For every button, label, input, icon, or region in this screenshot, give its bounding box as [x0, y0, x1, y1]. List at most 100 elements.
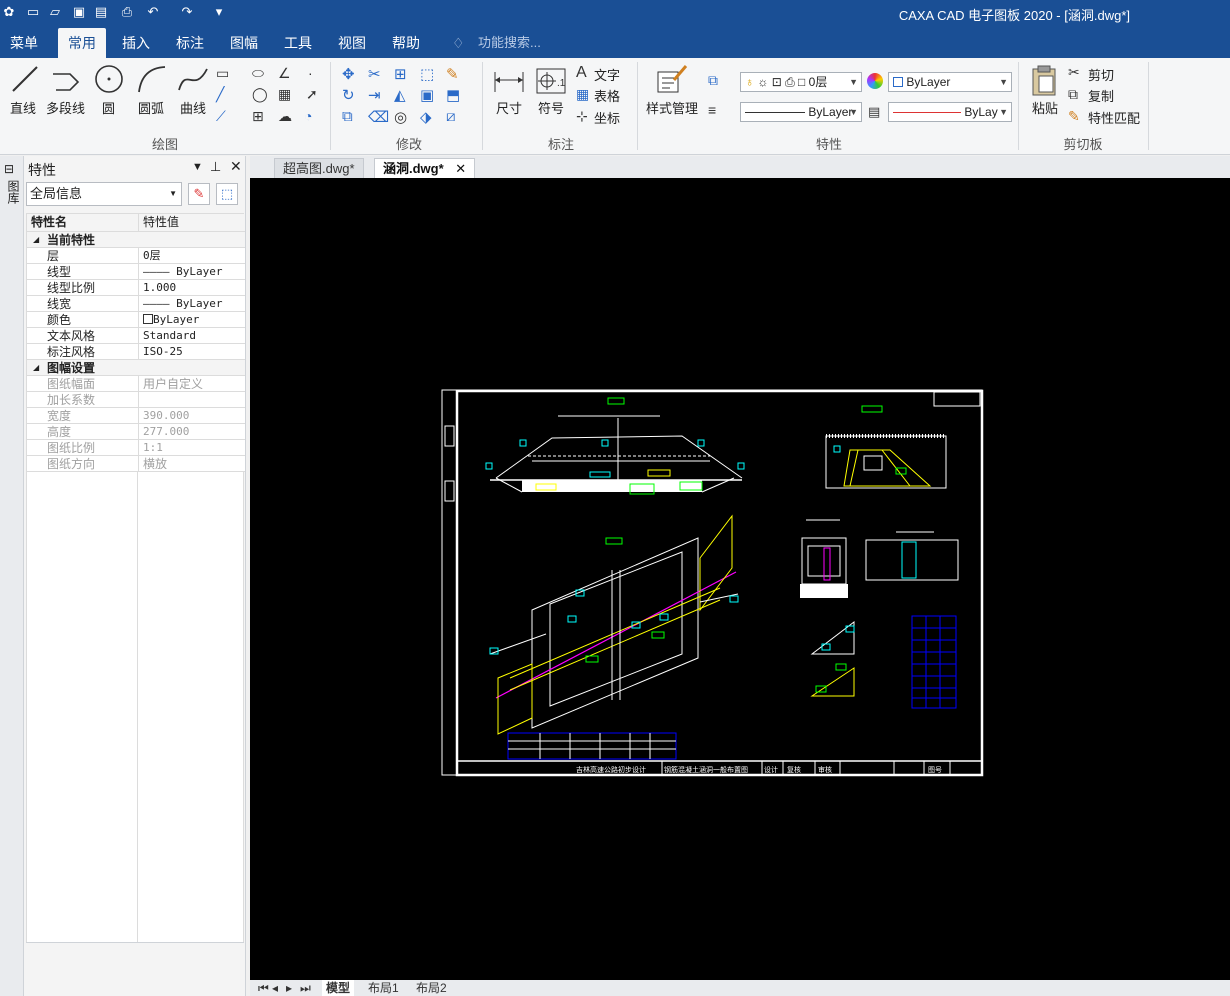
property-value[interactable]: ———— ByLayer [139, 264, 247, 279]
property-row[interactable]: 文本风格 Standard [27, 328, 245, 344]
fillet-icon[interactable]: ◎ [394, 108, 412, 126]
angle-icon[interactable]: ∠ [278, 65, 296, 83]
copy-button[interactable]: 复制 [1088, 86, 1114, 105]
property-value[interactable]: 1.000 [139, 280, 247, 295]
offset-icon[interactable]: ◯ [252, 86, 270, 104]
tab-view[interactable]: 视图 [328, 28, 376, 58]
layout-tab-2[interactable]: 布局2 [412, 980, 451, 996]
match-properties-button[interactable]: 特性匹配 [1088, 108, 1140, 127]
property-row[interactable]: 线型比例 1.000 [27, 280, 245, 296]
trim-icon[interactable]: ✂ [368, 65, 386, 83]
quick-select-icon[interactable]: ⬚ [216, 183, 238, 205]
property-value[interactable]: ———— ByLayer [139, 296, 247, 311]
feature-search-input[interactable]: 功能搜索... [478, 28, 541, 58]
tab-tools[interactable]: 工具 [274, 28, 322, 58]
lineweight-icon[interactable]: ▤ [868, 104, 886, 122]
cloud-icon[interactable]: ☁ [278, 108, 296, 126]
tab-help[interactable]: 帮助 [382, 28, 430, 58]
point-icon[interactable]: · [308, 65, 326, 83]
library-icon[interactable]: ⊟ [4, 162, 14, 176]
redo-icon[interactable]: ↷ [178, 3, 196, 21]
arrow-icon[interactable]: ➚ [306, 86, 324, 104]
property-value[interactable]: ByLayer [153, 313, 199, 326]
move-icon[interactable]: ✥ [342, 65, 360, 83]
chamfer-icon[interactable]: ⬗ [420, 108, 438, 126]
property-row[interactable]: 标注风格 ISO-25 [27, 344, 245, 360]
array-icon[interactable]: ⊞ [394, 65, 412, 83]
layer-states-icon[interactable]: ⧉ [708, 72, 726, 90]
section-current[interactable]: ◢ 当前特性 [27, 232, 245, 248]
color-combo[interactable]: ByLayer ▼ [888, 72, 1012, 92]
explode-icon[interactable]: ⬒ [446, 86, 464, 104]
color-wheel-icon[interactable] [867, 73, 883, 89]
property-value[interactable]: 0层 [139, 248, 247, 263]
curve-button[interactable]: 曲线 [180, 98, 206, 117]
prev-tab-icon[interactable]: ◂ [268, 980, 282, 996]
tab-annotate[interactable]: 标注 [166, 28, 214, 58]
property-row[interactable]: 颜色 ByLayer [27, 312, 245, 328]
doc-tab-superelevation[interactable]: 超高图.dwg* [274, 158, 364, 178]
text-button[interactable]: 文字 [594, 65, 620, 84]
stretch-icon[interactable]: ▣ [420, 86, 438, 104]
drawing-canvas[interactable]: 吉林高速公路初步设计 钢筋混凝土涵洞一般布置图 设计 复核 审核 图号 [250, 178, 1230, 980]
block-icon[interactable]: ⊞ [252, 108, 270, 126]
pin-icon[interactable]: ⊥ [210, 159, 221, 175]
align-icon[interactable]: ≡ [708, 102, 726, 120]
clear-selection-icon[interactable]: ✎ [188, 183, 210, 205]
property-row[interactable]: 层 0层 [27, 248, 245, 264]
arc-button[interactable]: 圆弧 [138, 98, 164, 117]
construction-line-icon[interactable]: ⟋ [216, 108, 234, 126]
linetype-combo[interactable]: ByLayer ▼ [740, 102, 862, 122]
app-logo-icon[interactable]: ✿ [0, 3, 18, 21]
next-tab-icon[interactable]: ▸ [282, 980, 296, 996]
scale-icon[interactable]: ⬚ [420, 65, 438, 83]
coordinate-button[interactable]: 坐标 [594, 108, 620, 127]
style-manage-button[interactable]: 样式管理 [646, 98, 698, 117]
hatch-icon[interactable]: ▦ [278, 86, 296, 104]
tab-menu[interactable]: 菜单 [0, 28, 48, 58]
new-icon[interactable]: ▭ [24, 3, 42, 21]
delete-icon[interactable]: ⌫ [368, 108, 389, 126]
pen-icon[interactable]: ╱ [216, 86, 234, 104]
table-button[interactable]: 表格 [594, 86, 620, 105]
save-all-icon[interactable]: ▤ [92, 3, 110, 21]
print-icon[interactable]: ⎙ [118, 3, 136, 21]
tab-insert[interactable]: 插入 [112, 28, 160, 58]
extend-icon[interactable]: ⇥ [368, 86, 386, 104]
break-icon[interactable]: ⧄ [446, 108, 464, 126]
close-icon[interactable]: ✕ [230, 158, 242, 175]
fill-icon[interactable]: ◔ [304, 108, 322, 126]
chevron-down-icon[interactable]: ▼ [192, 161, 203, 173]
property-row[interactable]: 线型 ———— ByLayer [27, 264, 245, 280]
object-selector[interactable]: 全局信息 ▼ [26, 182, 182, 206]
undo-icon[interactable]: ↶ [144, 3, 162, 21]
layout-tab-1[interactable]: 布局1 [364, 980, 403, 996]
property-row[interactable]: 线宽 ———— ByLayer [27, 296, 245, 312]
paste-button[interactable]: 粘贴 [1032, 98, 1058, 117]
close-icon[interactable]: ✕ [455, 161, 466, 176]
mirror-icon[interactable]: ◭ [394, 86, 412, 104]
property-value[interactable]: ISO-25 [139, 344, 247, 359]
lineweight-combo[interactable]: ByLay ▼ [888, 102, 1012, 122]
dimension-button[interactable]: 尺寸 [496, 98, 522, 117]
rotate-icon[interactable]: ↻ [342, 86, 360, 104]
customize-icon[interactable]: ▾ [210, 3, 228, 21]
layer-combo[interactable]: ♁ ☼ ⊡ ⎙ □ 0层 ▼ [740, 72, 862, 92]
property-value[interactable]: Standard [139, 328, 247, 343]
layout-tab-model[interactable]: 模型 [322, 980, 355, 996]
tab-common[interactable]: 常用 [58, 28, 106, 58]
library-tab[interactable]: 图库 [5, 180, 20, 204]
ellipse-icon[interactable]: ⬭ [252, 65, 270, 83]
open-icon[interactable]: ▱ [46, 3, 64, 21]
cut-button[interactable]: 剪切 [1088, 65, 1114, 84]
polyline-button[interactable]: 多段线 [46, 98, 85, 117]
doc-tab-culvert[interactable]: 涵洞.dwg* ✕ [374, 158, 476, 178]
rectangle-icon[interactable]: ▭ [216, 65, 234, 83]
symbol-button[interactable]: 符号 [538, 98, 564, 117]
tab-frame[interactable]: 图幅 [220, 28, 268, 58]
brush-icon[interactable]: ✎ [446, 65, 464, 83]
circle-button[interactable]: 圆 [102, 98, 115, 117]
section-frame[interactable]: ◢ 图幅设置 [27, 360, 245, 376]
copy-object-icon[interactable]: ⧉ [342, 108, 360, 126]
last-tab-icon[interactable]: ⏭ [296, 980, 315, 996]
